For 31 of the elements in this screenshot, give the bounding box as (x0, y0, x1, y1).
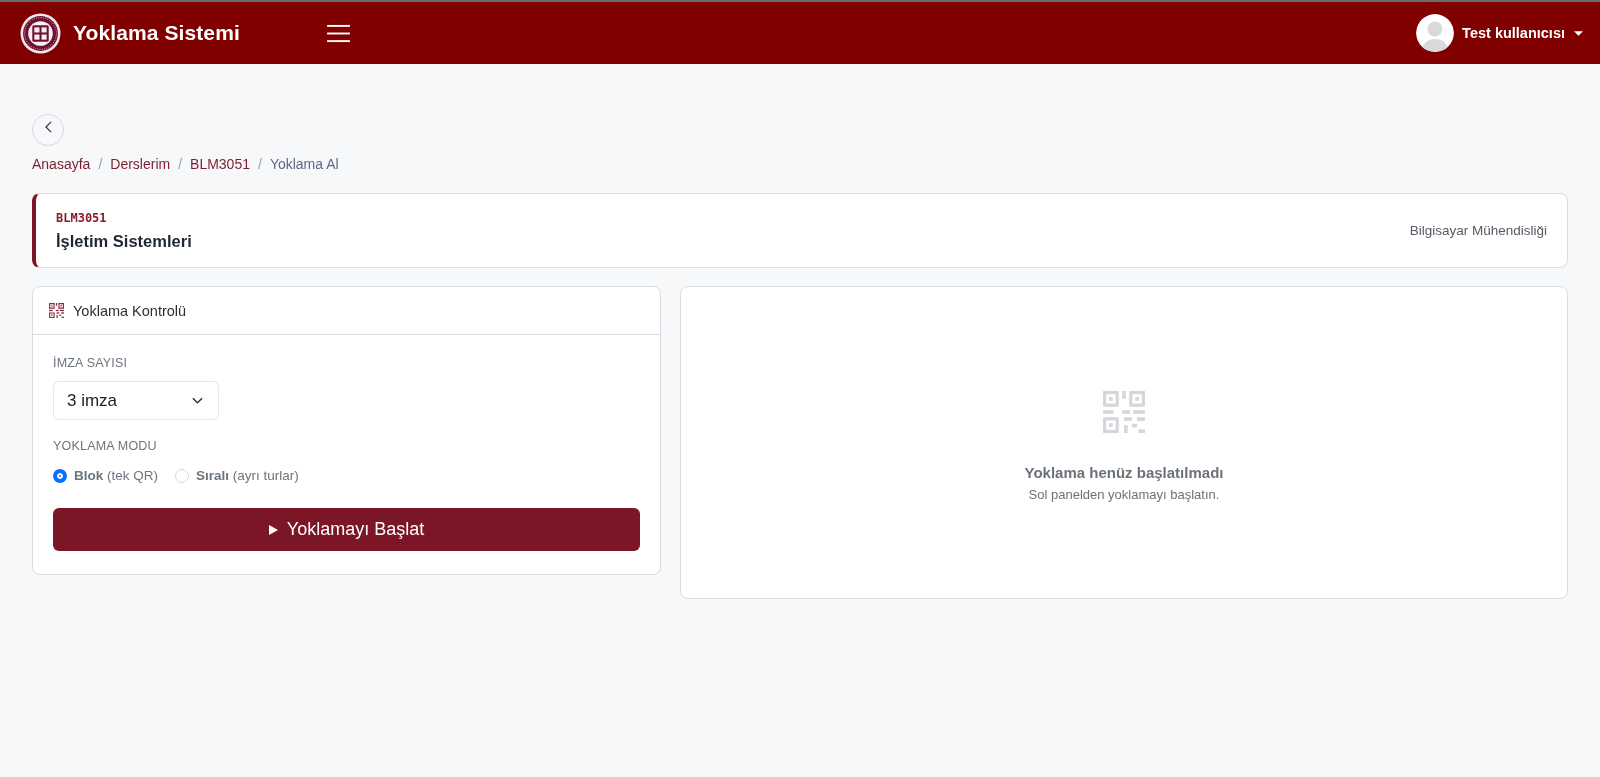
breadcrumb-link[interactable]: BLM3051 (190, 155, 250, 173)
department-name: Bilgisayar Mühendisliği (1409, 223, 1547, 238)
menu-icon[interactable] (327, 23, 350, 43)
breadcrumb-link[interactable]: Anasayfa (32, 155, 91, 173)
logo-icon[interactable] (20, 12, 61, 54)
panel-title: Yoklama Kontrolü (73, 302, 187, 319)
signature-count-select[interactable]: 3 imza (53, 381, 219, 420)
avatar-icon (1416, 14, 1455, 52)
breadcrumb-link[interactable]: Derslerim (110, 155, 171, 173)
breadcrumb-separator: / (258, 155, 262, 173)
status-title: Yoklama henüz başlatılmadı (1024, 464, 1224, 481)
breadcrumb-separator: / (98, 155, 103, 173)
app-title: Yoklama Sistemi (73, 21, 240, 45)
status-message: Sol panelden yoklamayı başlatın. (1028, 487, 1220, 502)
qr-code-icon (1103, 391, 1145, 433)
breadcrumb-separator: / (178, 155, 183, 173)
play-icon (268, 524, 278, 535)
chevron-down-icon (192, 397, 203, 404)
field-label: YOKLAMA MODU (53, 438, 157, 454)
course-title: İşletim Sistemleri (56, 230, 192, 251)
radio-button[interactable] (53, 468, 67, 483)
user-menu-button[interactable]: Test kullanıcısı (1416, 14, 1583, 52)
radio-label[interactable]: Blok (tek QR) (74, 468, 159, 483)
course-code: BLM3051 (56, 210, 107, 226)
radio-label[interactable]: Sıralı (ayrı turlar) (196, 468, 299, 483)
breadcrumb-current: Yoklama Al (269, 155, 339, 173)
qr-code-icon (49, 303, 64, 318)
start-button[interactable]: Yoklamayı Başlat (53, 508, 640, 551)
chevron-left-icon (44, 121, 52, 133)
caret-icon (1574, 30, 1583, 36)
field-label: İMZA SAYISI (53, 355, 128, 371)
